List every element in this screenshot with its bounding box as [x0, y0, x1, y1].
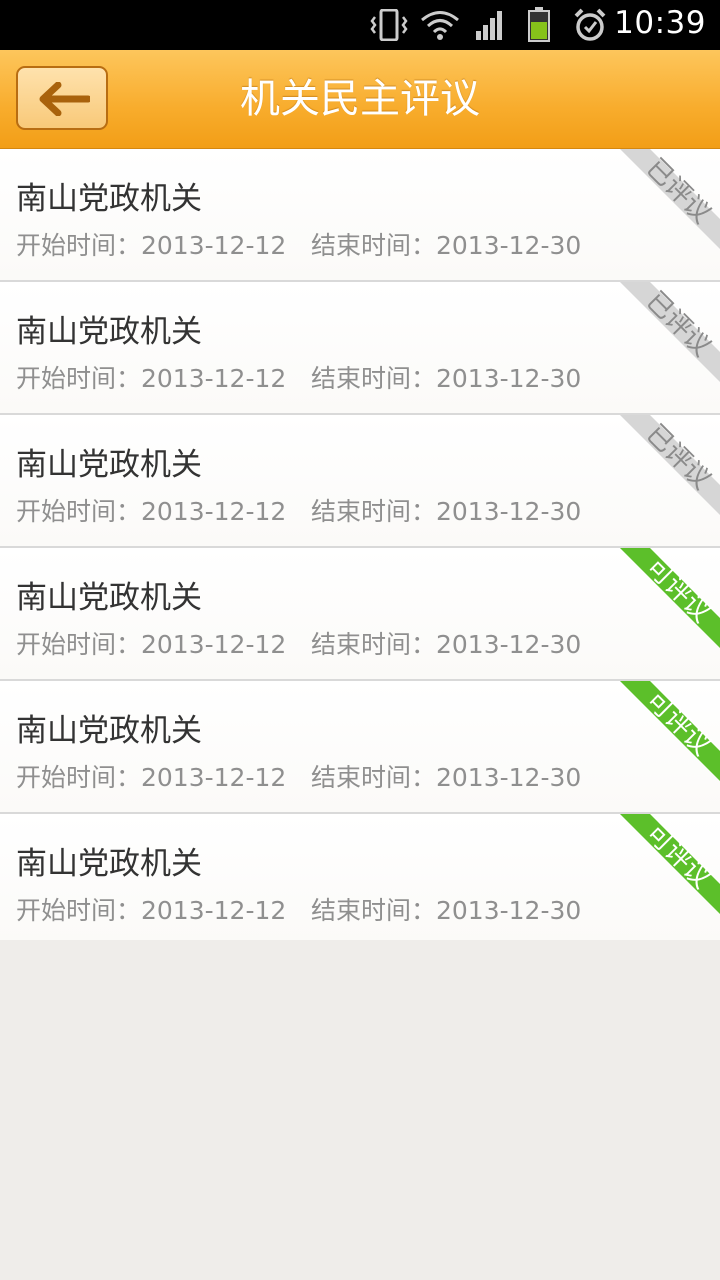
item-end-time: 结束时间：2013-12-30 [311, 763, 582, 792]
item-start-time: 开始时间：2013-12-12 [16, 896, 287, 925]
item-title: 南山党政机关 [16, 580, 202, 616]
item-title: 南山党政机关 [16, 447, 202, 483]
status-ribbon-available: 可评议 [620, 681, 720, 781]
status-bar: 10:39 [0, 0, 720, 50]
list-item[interactable]: 南山党政机关开始时间：2013-12-12 结束时间：2013-12-30 可评议 [0, 548, 720, 681]
list-item[interactable]: 南山党政机关开始时间：2013-12-12 结束时间：2013-12-30 可评议 [0, 681, 720, 814]
item-end-time: 结束时间：2013-12-30 [311, 896, 582, 925]
item-start-time: 开始时间：2013-12-12 [16, 763, 287, 792]
list-item[interactable]: 南山党政机关开始时间：2013-12-12 结束时间：2013-12-30 已评议 [0, 149, 720, 282]
battery-icon [528, 7, 550, 42]
page-title: 机关民主评议 [240, 76, 480, 122]
item-title: 南山党政机关 [16, 314, 202, 350]
empty-background [0, 940, 720, 1280]
item-start-time: 开始时间：2013-12-12 [16, 231, 287, 260]
item-end-time: 结束时间：2013-12-30 [311, 630, 582, 659]
signal-icon [476, 11, 502, 40]
status-ribbon-evaluated: 已评议 [620, 415, 720, 515]
vibrate-icon [370, 9, 408, 41]
status-time: 10:39 [614, 5, 706, 41]
item-start-time: 开始时间：2013-12-12 [16, 364, 287, 393]
item-end-time: 结束时间：2013-12-30 [311, 497, 582, 526]
item-title: 南山党政机关 [16, 846, 202, 882]
evaluation-list: 南山党政机关 开始时间：2013-12-12 结束时间：2013-12-30 已评议南… [0, 149, 720, 947]
item-title: 南山党政机关 [16, 713, 202, 749]
list-item[interactable]: 南山党政机关开始时间：2013-12-12 结束时间：2013-12-30 已评议 [0, 415, 720, 548]
status-ribbon-evaluated: 已评议 [620, 149, 720, 249]
item-end-time: 结束时间：2013-12-30 [311, 364, 582, 393]
wifi-icon [421, 11, 459, 40]
header-bar: 机关民主评议 [0, 50, 720, 149]
item-title: 南山党政机关 [16, 181, 202, 217]
status-ribbon-evaluated: 已评议 [620, 282, 720, 382]
status-ribbon-available: 可评议 [620, 548, 720, 648]
list-item[interactable]: 南山党政机关开始时间：2013-12-12 结束时间：2013-12-30 已评议 [0, 282, 720, 415]
item-end-time: 结束时间：2013-12-30 [311, 231, 582, 260]
status-ribbon-available: 可评议 [620, 814, 720, 914]
back-arrow-icon [39, 82, 90, 116]
back-button[interactable] [16, 66, 108, 130]
alarm-icon [574, 8, 606, 41]
item-start-time: 开始时间：2013-12-12 [16, 630, 287, 659]
list-item[interactable]: 南山党政机关开始时间：2013-12-12 结束时间：2013-12-30 可评议 [0, 814, 720, 947]
item-start-time: 开始时间：2013-12-12 [16, 497, 287, 526]
